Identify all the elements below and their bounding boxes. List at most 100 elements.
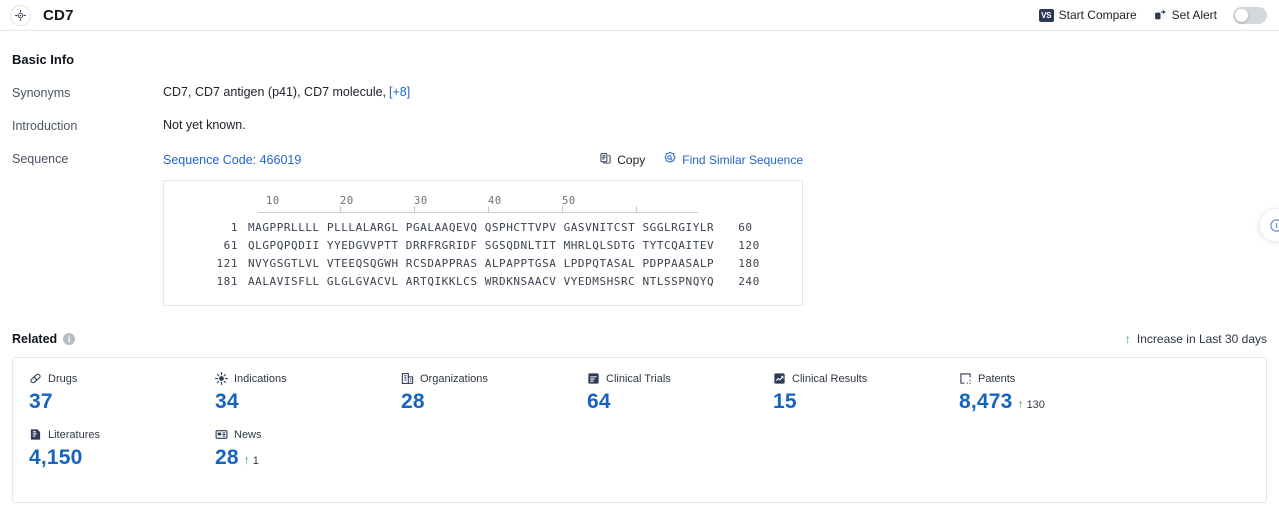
sequence-start-index: 181 <box>216 275 238 288</box>
start-compare-label: Start Compare <box>1058 8 1137 22</box>
sequence-line: 1 MAGPPRLLLL PLLLALARGL PGALAAQEVQ QSPHC… <box>184 219 802 237</box>
stat-value-row: 64 <box>587 390 757 414</box>
stat-value: 64 <box>587 390 611 413</box>
stat-drugs[interactable]: Drugs 37 <box>13 372 199 414</box>
stat-head: Organizations <box>401 372 571 385</box>
up-arrow-icon: ↑ <box>243 453 250 467</box>
sequence-label: Sequence <box>12 152 69 166</box>
stat-head: Clinical Trials <box>587 372 757 385</box>
sequence-start-index: 121 <box>216 257 238 270</box>
related-stats-card: Drugs 37 Indications 34 Organizations 28… <box>12 357 1267 503</box>
sequence-residues: QLGPQPQDII YYEDGVVPTT DRRFRGRIDF SGSQDNL… <box>248 239 715 252</box>
stat-value: 28 <box>401 390 425 413</box>
stat-clinical-trials[interactable]: Clinical Trials 64 <box>571 372 757 414</box>
sequence-residues: MAGPPRLLLL PLLLALARGL PGALAAQEVQ QSPHCTT… <box>248 221 715 234</box>
stat-label: Drugs <box>48 372 78 385</box>
info-icon[interactable]: i <box>63 333 76 345</box>
stat-indications[interactable]: Indications 34 <box>199 372 385 414</box>
synonyms-row: Synonyms CD7, CD7 antigen (p41), CD7 mol… <box>12 85 1267 100</box>
copy-label: Copy <box>617 152 646 167</box>
ruler-tick-40: 40 <box>488 195 502 207</box>
related-header: Related i ↑ Increase in Last 30 days <box>12 332 1267 346</box>
top-bar-actions: VS Start Compare Set Alert <box>1038 6 1271 24</box>
sequence-tools: Copy Find Similar Sequence <box>599 151 803 168</box>
related-title: Related <box>12 332 58 346</box>
sequence-line: 181 AALAVISFLL GLGLGVACVL ARTQIKKLCS WRD… <box>184 273 802 291</box>
stat-delta: ↑ 1 <box>244 453 259 467</box>
set-alert-button[interactable]: Set Alert <box>1153 8 1217 22</box>
top-bar: CD7 VS Start Compare Set Alert <box>0 0 1279 31</box>
stat-patents[interactable]: Patents 8,473 ↑ 130 <box>943 372 1129 414</box>
start-compare-button[interactable]: VS Start Compare <box>1038 8 1137 22</box>
vs-icon: VS <box>1038 8 1054 22</box>
alert-toggle[interactable] <box>1233 6 1267 24</box>
stat-value: 4,150 <box>29 446 83 469</box>
ruler-tick-30: 30 <box>414 195 428 207</box>
synonyms-more-link[interactable]: [+8] <box>389 85 410 99</box>
stat-delta: ↑ 130 <box>1018 397 1045 411</box>
clinical-trial-icon <box>587 372 600 385</box>
ruler-numbers: 10 20 30 40 50 <box>266 195 720 207</box>
synonyms-value: CD7, CD7 antigen (p41), CD7 molecule, [+8… <box>163 85 410 100</box>
stat-head: Clinical Results <box>773 372 943 385</box>
sequence-residues: NVYGSGTLVL VTEEQSQGWH RCSDAPPRAS ALPAPPT… <box>248 257 715 270</box>
stat-value-row: 8,473 ↑ 130 <box>959 390 1129 414</box>
toggle-knob <box>1235 8 1248 22</box>
sequence-inner: 10 20 30 40 50 1 MAGPPRLLLL PLLLALARGL P… <box>164 195 802 291</box>
stat-grid: Drugs 37 Indications 34 Organizations 28… <box>13 372 1266 484</box>
sequence-row: Sequence Sequence Code: 466019 Copy Find… <box>12 151 1267 306</box>
stat-label: Clinical Results <box>792 372 868 385</box>
increase-legend-label: Increase in Last 30 days <box>1136 332 1267 346</box>
stat-head: Indications <box>215 372 385 385</box>
sequence-end-index: 120 <box>738 239 760 252</box>
stat-value-row: 34 <box>215 390 385 414</box>
find-similar-sequence-button[interactable]: Find Similar Sequence <box>663 151 803 168</box>
alert-bell-icon <box>1153 9 1167 22</box>
sequence-block: Sequence Code: 466019 Copy Find Similar … <box>163 151 803 306</box>
stat-value: 15 <box>773 390 797 413</box>
stat-value-row: 28 <box>401 390 571 414</box>
virus-icon <box>215 372 228 385</box>
news-icon <box>215 428 228 441</box>
sequence-ruler: 10 20 30 40 50 <box>184 195 802 219</box>
sequence-start-index: 61 <box>223 239 238 252</box>
sequence-viewer: 10 20 30 40 50 1 MAGPPRLLLL PLLLALARGL P… <box>163 180 803 306</box>
find-similar-label: Find Similar Sequence <box>682 152 803 167</box>
copy-sequence-button[interactable]: Copy <box>599 152 645 168</box>
synonyms-text: CD7, CD7 antigen (p41), CD7 molecule, <box>163 85 387 99</box>
stat-head: Patents <box>959 372 1129 385</box>
sequence-end-index: 180 <box>738 257 760 270</box>
stat-literatures[interactable]: Literatures 4,150 <box>13 428 199 470</box>
introduction-row: Introduction Not yet known. <box>12 118 1267 133</box>
target-icon <box>10 4 31 26</box>
stat-value: 28 <box>215 446 239 469</box>
introduction-label: Introduction <box>12 119 78 133</box>
sequence-code-link[interactable]: Sequence Code: 466019 <box>163 153 301 167</box>
book-icon <box>29 428 42 441</box>
stat-label: Indications <box>234 372 287 385</box>
building-icon <box>401 372 414 385</box>
stat-news[interactable]: News 28 ↑ 1 <box>199 428 385 470</box>
up-arrow-icon: ↑ <box>1124 332 1131 346</box>
stat-label: Organizations <box>420 372 488 385</box>
capsule-icon <box>29 372 42 385</box>
stat-value: 37 <box>29 390 53 413</box>
sequence-line: 121 NVYGSGTLVL VTEEQSQGWH RCSDAPPRAS ALP… <box>184 255 802 273</box>
stat-clinical-results[interactable]: Clinical Results 15 <box>757 372 943 414</box>
stat-head: News <box>215 428 385 441</box>
stat-value-row: 37 <box>29 390 199 414</box>
basic-info-heading: Basic Info <box>12 52 75 67</box>
stat-organizations[interactable]: Organizations 28 <box>385 372 571 414</box>
ruler-tick-20: 20 <box>340 195 354 207</box>
sequence-line: 61 QLGPQPQDII YYEDGVVPTT DRRFRGRIDF SGSQ… <box>184 237 802 255</box>
sequence-header: Sequence Code: 466019 Copy Find Similar … <box>163 151 803 168</box>
copy-icon <box>599 152 612 168</box>
stat-label: News <box>234 428 262 441</box>
find-similar-icon <box>663 151 677 168</box>
stat-value-row: 28 ↑ 1 <box>215 446 385 470</box>
main-content: Basic Info Synonyms CD7, CD7 antigen (p4… <box>0 52 1279 503</box>
stat-value: 34 <box>215 390 239 413</box>
stat-head: Drugs <box>29 372 199 385</box>
stat-value-row: 15 <box>773 390 943 414</box>
ruler-tick-50: 50 <box>562 195 576 207</box>
